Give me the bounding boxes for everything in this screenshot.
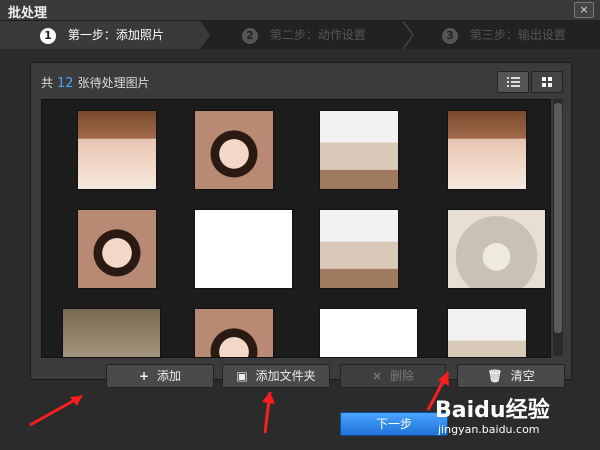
panel-header: 共 12 张待处理图片 [31,63,571,99]
step-3-label: 第三步：输出设置 [469,28,566,42]
plus-icon: + [138,369,150,383]
add-folder-label: 添加文件夹 [255,369,316,383]
baidu-watermark: Baidu经验 jingyan.baidu.com [435,392,590,444]
step-1-number: 1 [40,27,56,44]
list-view-button[interactable] [497,71,529,93]
grid-icon [542,77,552,87]
grid-view-button[interactable] [531,71,563,93]
action-bar: + 添加 ▣ 添加文件夹 × 删除 🗑 清空 [100,364,570,388]
folder-add-icon: ▣ [236,369,248,383]
gallery-scrollbar[interactable] [553,99,563,356]
arrow-left [29,394,83,427]
thumbnail-portrait-8[interactable] [447,308,527,357]
image-panel: 共 12 张待处理图片 [30,62,572,380]
step-1[interactable]: 1 第一步：添加照片 [40,21,164,49]
count-number: 12 [57,76,74,91]
add-button[interactable]: + 添加 [106,364,214,388]
thumbnail-portrait-1[interactable] [77,110,157,190]
next-button[interactable]: 下一步 [340,412,448,436]
delete-button[interactable]: × 删除 [340,364,446,388]
thumbnail-cartoon-2[interactable] [319,308,418,357]
step-bar: 1 第一步：添加照片 2 第二步：动作设置 3 第三步：输出设置 [0,21,600,49]
watermark-brand: Baidu经验 [435,398,550,423]
trash-icon: 🗑 [487,369,503,383]
step-3[interactable]: 3 第三步：输出设置 [442,21,566,49]
step-2[interactable]: 2 第二步：动作设置 [242,21,366,49]
add-label: 添加 [157,369,182,383]
window-title: 批处理 [8,6,48,21]
thumbnail-portrait-4[interactable] [447,110,527,190]
watermark-url: jingyan.baidu.com [438,423,540,436]
count-prefix: 共 [41,76,54,90]
thumbnail-portrait-5[interactable] [77,209,157,289]
clear-button[interactable]: 🗑 清空 [457,364,565,388]
thumbnail-portrait-6[interactable] [319,209,399,289]
arrow-center [262,391,275,434]
thumbnail-dog-1[interactable] [62,308,161,357]
image-gallery [41,99,551,358]
scrollbar-thumb[interactable] [554,103,562,333]
step-2-number: 2 [242,27,258,44]
list-icon [507,77,520,87]
thumbnail-compass-1[interactable] [447,209,546,289]
step-3-number: 3 [442,27,458,44]
image-count: 共 12 张待处理图片 [41,74,150,91]
x-icon: × [371,369,383,383]
thumbnail-portrait-3[interactable] [319,110,399,190]
step-separator-2 [402,21,414,49]
step-2-label: 第二步：动作设置 [269,28,366,42]
count-suffix: 张待处理图片 [77,76,150,90]
step-1-label: 第一步：添加照片 [67,28,164,42]
add-folder-button[interactable]: ▣ 添加文件夹 [222,364,330,388]
clear-label: 清空 [510,369,535,383]
thumbnail-portrait-2[interactable] [194,110,274,190]
close-button[interactable]: × [574,2,594,18]
title-bar: 批处理 × [0,0,600,21]
thumbnail-cartoon-1[interactable] [194,209,293,289]
delete-label: 删除 [390,369,415,383]
thumbnail-portrait-7[interactable] [194,308,274,357]
